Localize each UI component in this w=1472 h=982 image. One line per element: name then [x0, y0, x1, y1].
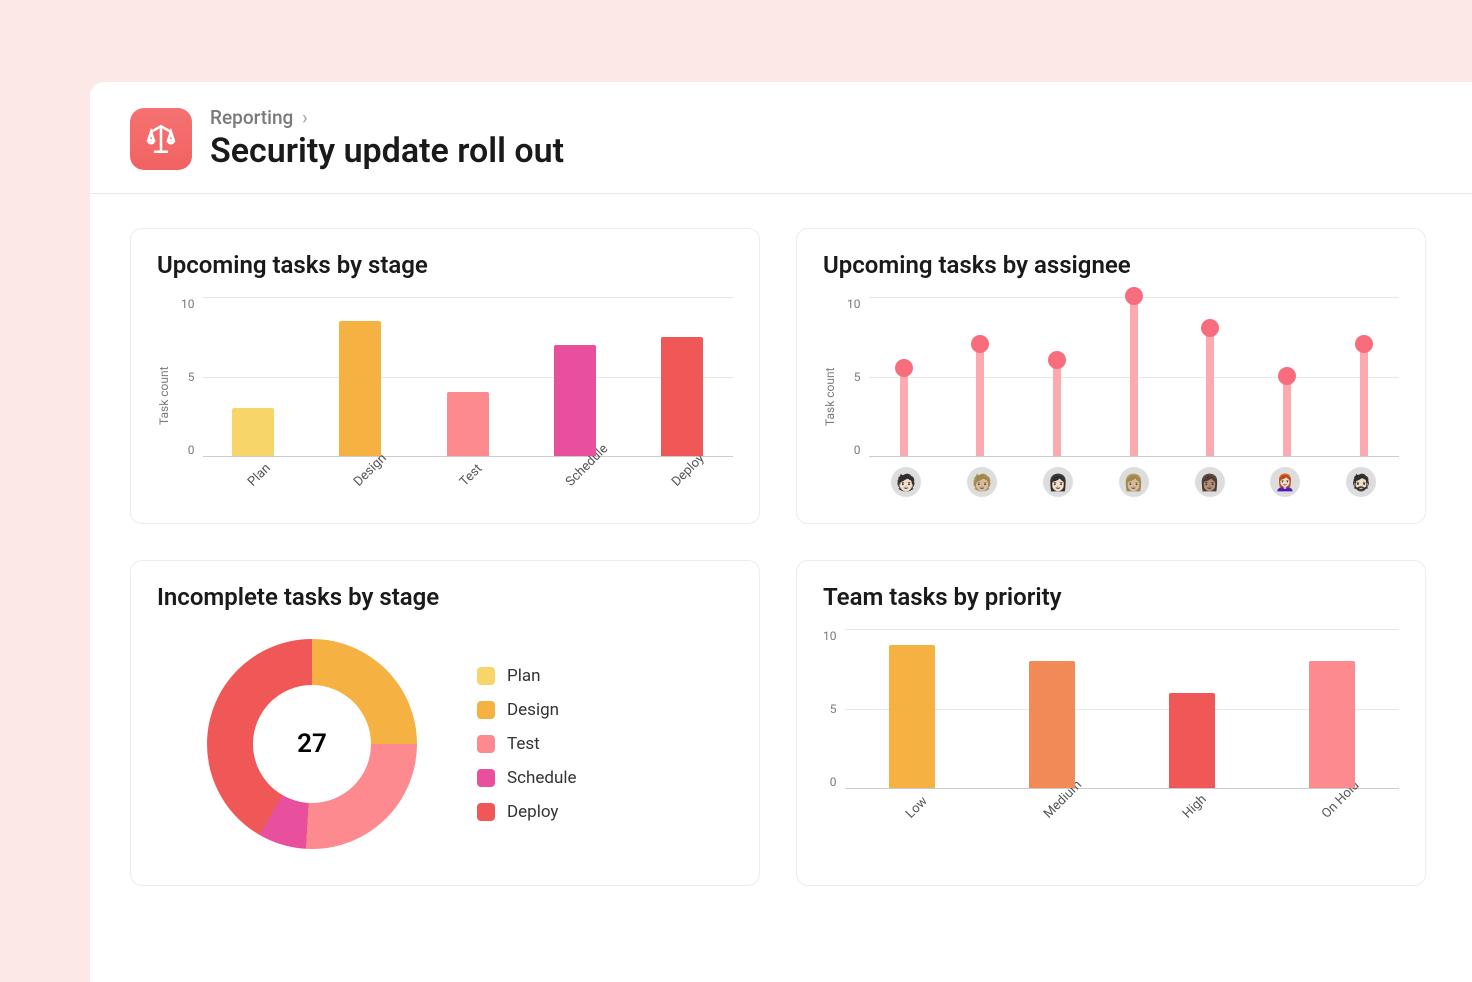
- plot-area: [869, 297, 1400, 457]
- legend-swatch: [477, 769, 495, 787]
- lollipop-dot: [895, 359, 913, 377]
- legend-label: Plan: [507, 666, 541, 686]
- card-upcoming-by-stage[interactable]: Upcoming tasks by stage Task count 10 5 …: [130, 228, 760, 524]
- avatar[interactable]: 👩🏻: [1043, 467, 1073, 497]
- lollipop-assignee5[interactable]: [1206, 329, 1214, 456]
- chart: Task count 10 5 0 🧑🏻 🧑🏼 👩🏻 👩🏼 👩🏽 👩🏻‍🦰 🧔🏻: [823, 297, 1399, 497]
- avatar[interactable]: 👩🏽: [1195, 467, 1225, 497]
- avatar[interactable]: 🧑🏻: [891, 467, 921, 497]
- legend-label: Design: [507, 700, 559, 720]
- plot-area: [845, 629, 1400, 789]
- chart: Task count 10 5 0 PlanDesignTestSchedule…: [157, 297, 733, 494]
- bar-medium[interactable]: [1029, 661, 1075, 788]
- card-incomplete-by-stage[interactable]: Incomplete tasks by stage 27 Plan Design T…: [130, 560, 760, 886]
- breadcrumb[interactable]: Reporting ›: [210, 106, 564, 129]
- donut-chart: 27 Plan Design Test Schedule Deploy: [157, 629, 733, 859]
- avatar[interactable]: 👩🏻‍🦰: [1270, 467, 1300, 497]
- lollipop-dot: [1125, 287, 1143, 305]
- y-axis-ticks: 10 5 0: [823, 629, 837, 789]
- x-axis: PlanDesignTestScheduleDeploy: [203, 465, 734, 494]
- chevron-right-icon: ›: [302, 106, 308, 129]
- tick: 0: [854, 443, 861, 457]
- legend-item-plan[interactable]: Plan: [477, 666, 576, 686]
- lollipop-assignee1[interactable]: [900, 369, 908, 456]
- chart: 10 5 0 LowMediumHighOn Hold: [823, 629, 1399, 826]
- y-axis-label: Task count: [823, 297, 837, 497]
- legend: Plan Design Test Schedule Deploy: [477, 666, 576, 822]
- card-upcoming-by-assignee[interactable]: Upcoming tasks by assignee Task count 10…: [796, 228, 1426, 524]
- breadcrumb-label: Reporting: [210, 106, 293, 129]
- avatar[interactable]: 👩🏼: [1119, 467, 1149, 497]
- card-team-by-priority[interactable]: Team tasks by priority 10 5 0 LowMediumH…: [796, 560, 1426, 886]
- donut: 27: [207, 639, 417, 849]
- legend-label: Deploy: [507, 802, 558, 822]
- bar-on-hold[interactable]: [1309, 661, 1355, 788]
- card-title: Team tasks by priority: [823, 583, 1399, 611]
- app-window: Reporting › Security update roll out Upc…: [90, 82, 1472, 982]
- tick: 0: [830, 775, 837, 789]
- lollipop-dot: [1278, 367, 1296, 385]
- lollipop-dot: [971, 335, 989, 353]
- legend-label: Schedule: [507, 768, 576, 788]
- project-scales-icon: [130, 108, 192, 170]
- tick: 5: [854, 370, 861, 384]
- lollipop-dot: [1048, 351, 1066, 369]
- legend-swatch: [477, 803, 495, 821]
- y-axis-label: Task count: [157, 297, 171, 494]
- legend-item-schedule[interactable]: Schedule: [477, 768, 576, 788]
- tick: 0: [188, 443, 195, 457]
- page-title: Security update roll out: [210, 131, 564, 171]
- x-axis: LowMediumHighOn Hold: [845, 797, 1400, 826]
- card-title: Upcoming tasks by stage: [157, 251, 733, 279]
- card-title: Upcoming tasks by assignee: [823, 251, 1399, 279]
- lollipop-dot: [1355, 335, 1373, 353]
- legend-item-design[interactable]: Design: [477, 700, 576, 720]
- card-title: Incomplete tasks by stage: [157, 583, 733, 611]
- lollipop-assignee4[interactable]: [1130, 297, 1138, 456]
- plot-area: [203, 297, 734, 457]
- legend-swatch: [477, 667, 495, 685]
- tick: 10: [181, 297, 195, 311]
- avatar[interactable]: 🧔🏻: [1346, 467, 1376, 497]
- legend-item-test[interactable]: Test: [477, 734, 576, 754]
- tick: 5: [830, 702, 837, 716]
- bar-low[interactable]: [889, 645, 935, 788]
- bar-schedule[interactable]: [554, 345, 596, 456]
- header-text: Reporting › Security update roll out: [210, 106, 564, 171]
- y-axis-ticks: 10 5 0: [181, 297, 195, 457]
- avatar[interactable]: 🧑🏼: [967, 467, 997, 497]
- lollipop-assignee3[interactable]: [1053, 361, 1061, 456]
- tick: 5: [188, 370, 195, 384]
- bar-test[interactable]: [447, 392, 489, 456]
- header: Reporting › Security update roll out: [90, 82, 1472, 194]
- tick: 10: [847, 297, 861, 311]
- legend-item-deploy[interactable]: Deploy: [477, 802, 576, 822]
- bar-high[interactable]: [1169, 693, 1215, 788]
- legend-swatch: [477, 735, 495, 753]
- lollipop-assignee2[interactable]: [976, 345, 984, 456]
- bar-deploy[interactable]: [661, 337, 703, 456]
- bar-design[interactable]: [339, 321, 381, 456]
- lollipop-dot: [1201, 319, 1219, 337]
- bar-plan[interactable]: [232, 408, 274, 456]
- lollipop-assignee7[interactable]: [1360, 345, 1368, 456]
- x-axis: 🧑🏻 🧑🏼 👩🏻 👩🏼 👩🏽 👩🏻‍🦰 🧔🏻: [869, 467, 1400, 497]
- tick: 10: [823, 629, 837, 643]
- legend-swatch: [477, 701, 495, 719]
- lollipop-assignee6[interactable]: [1283, 377, 1291, 457]
- dashboard-grid: Upcoming tasks by stage Task count 10 5 …: [90, 194, 1472, 920]
- legend-label: Test: [507, 734, 540, 754]
- y-axis-ticks: 10 5 0: [847, 297, 861, 457]
- donut-center-value: 27: [253, 685, 371, 803]
- scales-icon: [144, 122, 178, 156]
